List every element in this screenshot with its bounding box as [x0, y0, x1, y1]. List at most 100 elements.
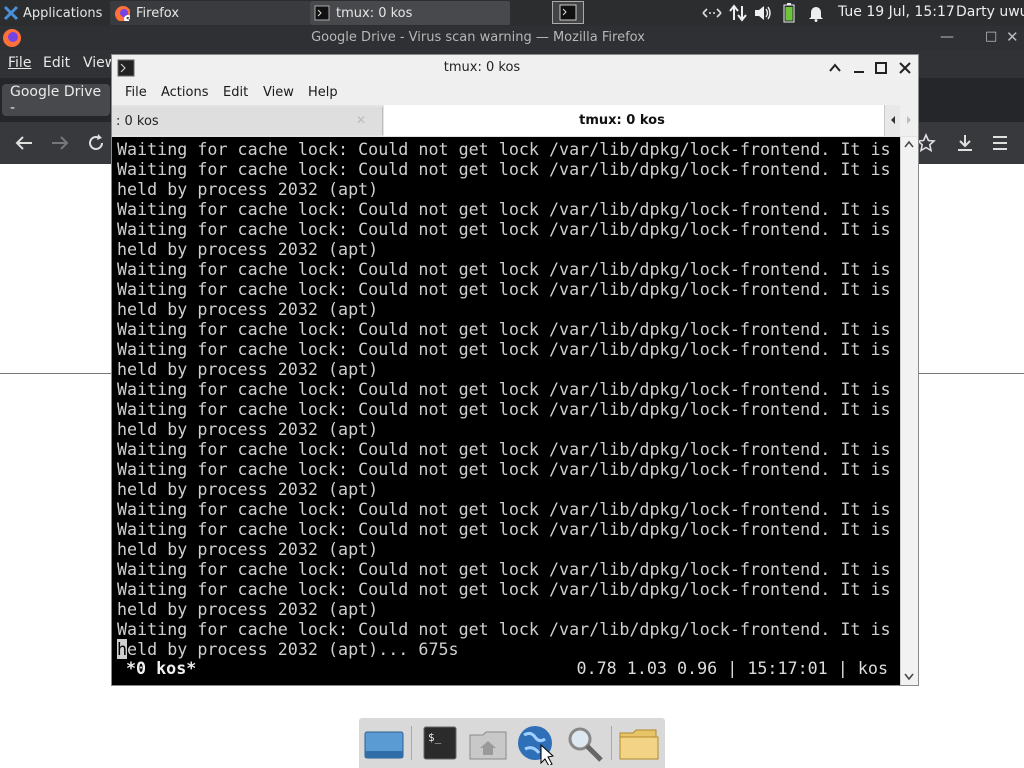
- xfce-logo-icon: [3, 5, 19, 21]
- firefox-window-title: Google Drive - Virus scan warning — Mozi…: [311, 30, 645, 45]
- terminal-line: held by process 2032 (apt): [117, 299, 379, 319]
- terminal-line: Waiting for cache lock: Could not get lo…: [117, 219, 891, 239]
- terminal-line: Waiting for cache lock: Could not get lo…: [117, 379, 891, 399]
- notification-bell-icon[interactable]: [808, 4, 824, 22]
- terminal-line: Waiting for cache lock: Could not get lo…: [117, 139, 891, 159]
- tmux-window-indicator: *0 kos*: [126, 658, 197, 678]
- battery-icon[interactable]: [783, 3, 795, 23]
- ff-minimize-button[interactable]: —: [940, 29, 954, 45]
- terminal-line: eld by process 2032 (apt)... 675s: [127, 639, 459, 659]
- firefox-task-label: Firefox: [136, 5, 180, 21]
- terminal-line: Waiting for cache lock: Could not get lo…: [117, 459, 891, 479]
- terminal-line: Waiting for cache lock: Could not get lo…: [117, 159, 891, 179]
- tab-scroll-left[interactable]: [884, 105, 901, 136]
- tasklist-tmux[interactable]: tmux: 0 kos: [310, 1, 510, 25]
- tab-close-icon[interactable]: ✕: [356, 113, 366, 127]
- term-menu-help[interactable]: Help: [308, 85, 338, 100]
- applications-menu-button[interactable]: Applications ⋮: [0, 1, 118, 25]
- clock[interactable]: Tue 19 Jul, 15:17: [838, 4, 955, 20]
- terminal-title: tmux: 0 kos: [443, 60, 521, 75]
- terminal-cursor: h: [117, 639, 128, 659]
- hamburger-menu-icon[interactable]: [990, 134, 1010, 152]
- terminal-window: tmux: 0 kos File Actions Edit View Help …: [111, 54, 919, 686]
- terminal-menubar: File Actions Edit View Help: [112, 81, 918, 105]
- dock-separator: [411, 726, 412, 760]
- terminal-line: Waiting for cache lock: Could not get lo…: [117, 579, 891, 599]
- term-menu-view[interactable]: View: [263, 85, 294, 100]
- reload-icon[interactable]: [86, 133, 106, 153]
- dock: $_: [359, 718, 665, 768]
- terminal-line: Waiting for cache lock: Could not get lo…: [117, 519, 891, 539]
- svg-text:$_: $_: [428, 731, 442, 744]
- ff-menu-edit[interactable]: Edit: [43, 55, 70, 71]
- top-panel: Applications ⋮ 5 Firefox tmux: 0 kos: [0, 0, 1024, 26]
- chevron-left-icon: [891, 116, 895, 124]
- terminal-line: Waiting for cache lock: Could not get lo…: [117, 339, 891, 359]
- tab-inactive[interactable]: : 0 kos ✕: [112, 107, 383, 135]
- terminal-line: Waiting for cache lock: Could not get lo…: [117, 619, 891, 639]
- workspace-terminal-icon: [559, 4, 577, 21]
- forward-arrow-icon[interactable]: [50, 134, 70, 152]
- folder-icon[interactable]: [617, 723, 659, 765]
- terminal-line: Waiting for cache lock: Could not get lo…: [117, 499, 891, 519]
- terminal-titlebar[interactable]: tmux: 0 kos: [112, 55, 918, 81]
- tasklist-firefox[interactable]: 5 Firefox: [110, 1, 310, 25]
- home-folder-icon[interactable]: [467, 723, 509, 765]
- tab-scroll-right[interactable]: [900, 105, 918, 136]
- terminal-line: held by process 2032 (apt): [117, 539, 379, 559]
- terminal-output[interactable]: Waiting for cache lock: Could not get lo…: [112, 137, 900, 685]
- bookmark-star-icon[interactable]: [916, 133, 936, 153]
- ff-menu-file[interactable]: File: [8, 55, 31, 71]
- search-icon[interactable]: [564, 723, 606, 765]
- firefox-titlebar: Google Drive - Virus scan warning — Mozi…: [0, 26, 1024, 50]
- terminal-icon[interactable]: $_: [419, 723, 461, 765]
- tmux-status-bar: *0 kos* 0.78 1.03 0.96 | 15:17:01 | kos: [112, 657, 900, 679]
- terminal-line: held by process 2032 (apt): [117, 239, 379, 259]
- tmux-status-right: 0.78 1.03 0.96 | 15:17:01 | kos: [576, 658, 888, 678]
- downloads-icon[interactable]: [955, 133, 975, 153]
- ff-close-button[interactable]: ✕: [1006, 28, 1019, 46]
- term-menu-actions[interactable]: Actions: [161, 85, 209, 100]
- tab-active-label: tmux: 0 kos: [579, 113, 665, 128]
- tmux-task-label: tmux: 0 kos: [336, 5, 413, 21]
- term-menu-file[interactable]: File: [125, 85, 147, 100]
- term-menu-edit[interactable]: Edit: [223, 85, 248, 100]
- back-arrow-icon[interactable]: [14, 134, 34, 152]
- terminal-line: Waiting for cache lock: Could not get lo…: [117, 199, 891, 219]
- firefox-task-icon: 5: [115, 6, 130, 21]
- user-menu[interactable]: Darty uwu: [956, 4, 1024, 20]
- network-icon[interactable]: [702, 6, 722, 20]
- terminal-line: Waiting for cache lock: Could not get lo…: [117, 559, 891, 579]
- workspace-switcher[interactable]: [552, 1, 584, 24]
- tab-inactive-label: : 0 kos: [116, 114, 159, 129]
- terminal-tabbar: : 0 kos ✕ tmux: 0 kos: [112, 105, 918, 138]
- chevron-right-icon: [907, 116, 911, 124]
- tab-active[interactable]: tmux: 0 kos: [384, 105, 884, 136]
- transfer-arrows-icon[interactable]: [729, 4, 747, 22]
- terminal-line: Waiting for cache lock: Could not get lo…: [117, 439, 891, 459]
- show-desktop-icon[interactable]: [362, 723, 404, 765]
- firefox-tab-google-drive[interactable]: Google Drive -: [2, 84, 110, 116]
- web-browser-icon[interactable]: [515, 723, 557, 765]
- terminal-line: Waiting for cache lock: Could not get lo…: [117, 279, 891, 299]
- chevron-up-icon[interactable]: [828, 61, 842, 75]
- terminal-line: held by process 2032 (apt): [117, 599, 379, 619]
- ff-maximize-button[interactable]: □: [985, 29, 997, 44]
- volume-icon[interactable]: [754, 5, 772, 21]
- terminal-line: Waiting for cache lock: Could not get lo…: [117, 259, 891, 279]
- scroll-up-icon[interactable]: [903, 139, 915, 149]
- firefox-badge: 5: [126, 16, 130, 21]
- terminal-line: Waiting for cache lock: Could not get lo…: [117, 399, 891, 419]
- applications-label: Applications: [23, 5, 103, 21]
- maximize-icon[interactable]: [874, 61, 888, 75]
- terminal-line: held by process 2032 (apt): [117, 359, 379, 379]
- scroll-down-icon[interactable]: [903, 671, 915, 681]
- terminal-line: held by process 2032 (apt): [117, 479, 379, 499]
- terminal-scrollbar[interactable]: [900, 137, 918, 685]
- minimize-icon[interactable]: [852, 61, 866, 75]
- ff-tab-label: Google Drive -: [10, 84, 102, 116]
- close-icon[interactable]: [898, 61, 912, 75]
- terminal-line: Waiting for cache lock: Could not get lo…: [117, 319, 891, 339]
- terminal-line: held by process 2032 (apt): [117, 179, 379, 199]
- terminal-line: held by process 2032 (apt): [117, 419, 379, 439]
